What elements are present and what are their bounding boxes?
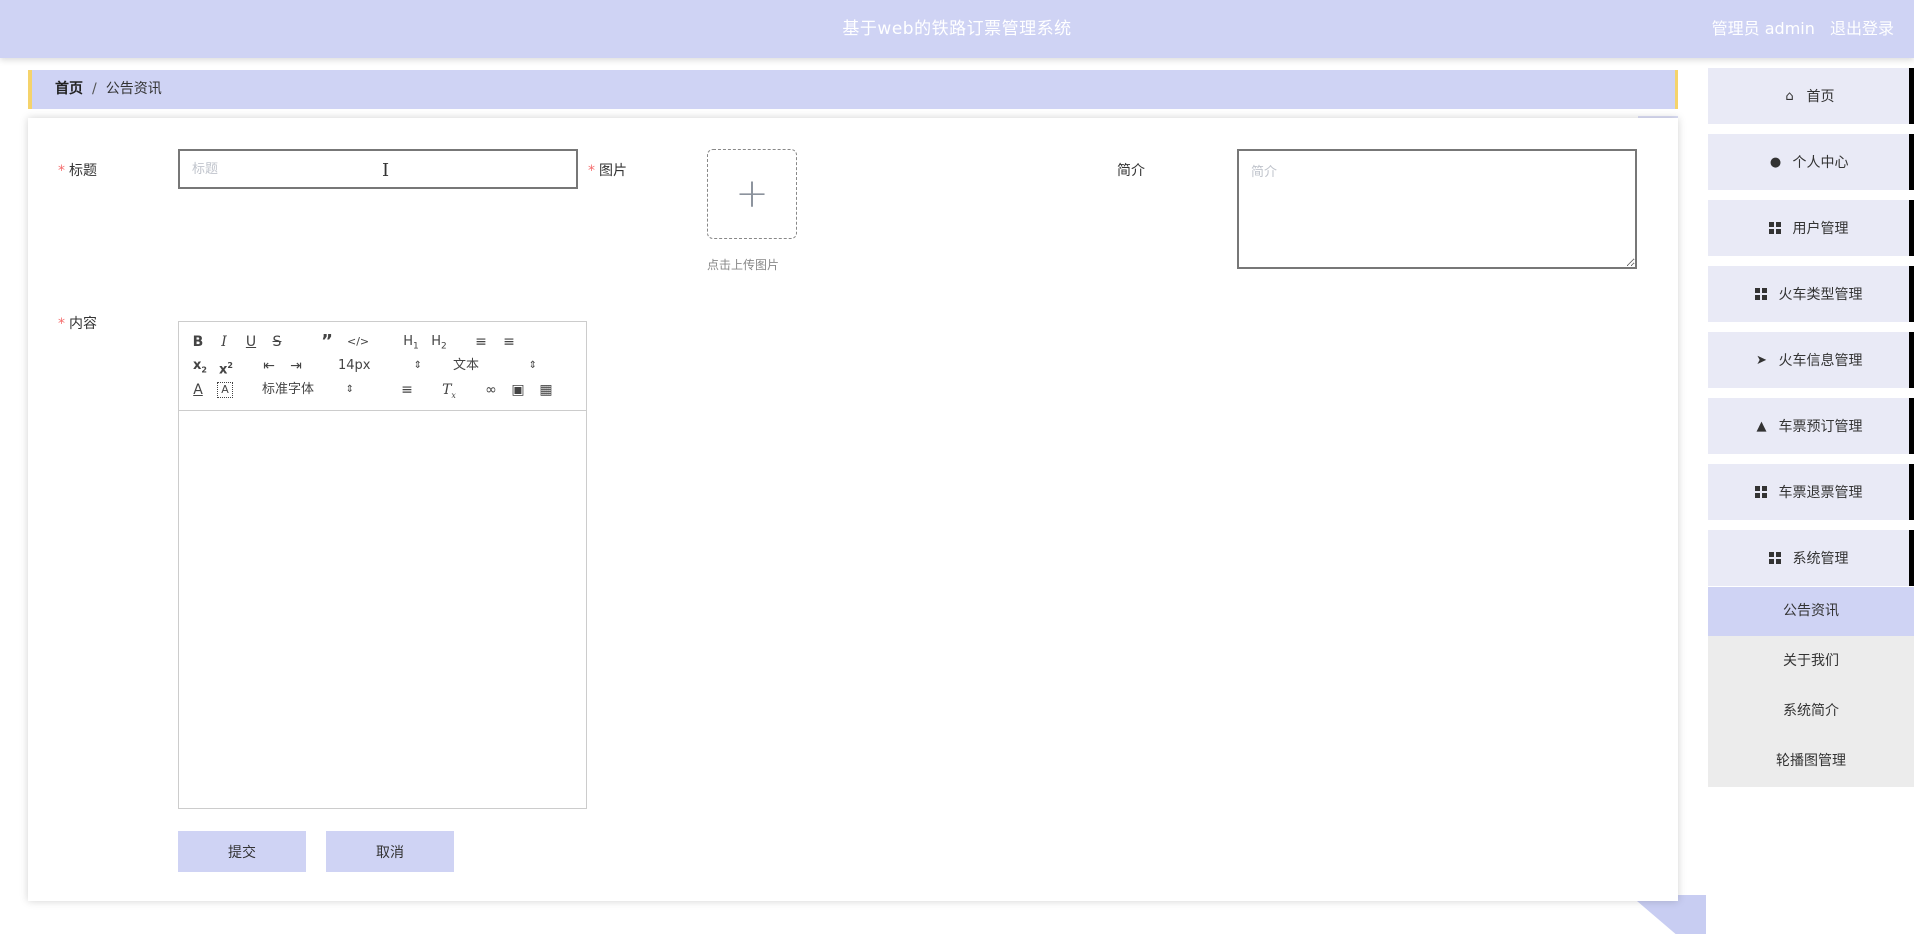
submit-button[interactable]: 提交: [178, 831, 306, 872]
image-label: * 图片: [588, 163, 627, 179]
breadcrumb: 首页 / 公告资讯: [28, 70, 1678, 109]
editor-content-area[interactable]: [179, 411, 586, 808]
sidebar-item-train-types[interactable]: 火车类型管理: [1708, 266, 1914, 322]
title-label: * 标题: [58, 163, 97, 179]
select-arrow-icon: ⇕: [528, 360, 537, 371]
user-icon: ●: [1769, 154, 1782, 170]
select-arrow-icon: ⇕: [413, 360, 422, 371]
link-icon[interactable]: ∞: [483, 380, 499, 400]
header-select[interactable]: 文本 ⇕: [453, 356, 537, 376]
plus-icon: +: [735, 171, 769, 217]
sidebar-item-system[interactable]: 系统管理: [1708, 530, 1914, 586]
form-card: *标题 I *图片 + 点击上传图片 简介 *内容 B I U S ” </> …: [28, 118, 1678, 901]
grid-icon: [1768, 552, 1781, 564]
summary-textarea[interactable]: [1237, 149, 1637, 269]
italic-icon[interactable]: I: [217, 332, 231, 352]
font-size-select[interactable]: 14px ⇕: [338, 356, 422, 376]
background-color-icon[interactable]: A: [217, 382, 233, 398]
required-mark: *: [58, 163, 65, 179]
image-icon[interactable]: ▣: [510, 380, 526, 400]
system-submenu: 公告资讯 关于我们 系统简介 轮播图管理: [1708, 587, 1914, 787]
title-input[interactable]: [178, 149, 578, 189]
submenu-item-announcements[interactable]: 公告资讯: [1708, 587, 1914, 636]
bullet-list-icon[interactable]: ≡: [501, 332, 517, 352]
app-title: 基于web的铁路订票管理系统: [842, 19, 1072, 39]
header1-icon[interactable]: H1: [401, 332, 421, 352]
submenu-item-carousel[interactable]: 轮播图管理: [1708, 737, 1914, 786]
text-color-icon[interactable]: A: [191, 380, 205, 400]
strikethrough-icon[interactable]: S: [270, 332, 284, 352]
summary-label: 简介: [1117, 163, 1145, 179]
sidebar-item-ticket-booking[interactable]: ▲ 车票预订管理: [1708, 398, 1914, 454]
blockquote-icon[interactable]: ”: [319, 332, 335, 352]
rich-text-editor: B I U S ” </> H1 H2 ≡ ≡ x2 x2 ⇤ ⇥ 14px ⇕: [178, 321, 587, 809]
current-user-label: 管理员 admin: [1711, 19, 1815, 38]
grid-icon: [1754, 288, 1767, 300]
indent-icon[interactable]: ⇥: [288, 356, 304, 376]
submenu-item-system-intro[interactable]: 系统简介: [1708, 687, 1914, 736]
submenu-item-about-us[interactable]: 关于我们: [1708, 637, 1914, 686]
home-icon: ⌂: [1785, 88, 1794, 104]
bold-icon[interactable]: B: [191, 332, 205, 352]
superscript-icon[interactable]: x2: [217, 356, 235, 377]
breadcrumb-separator: /: [92, 81, 97, 97]
breadcrumb-home[interactable]: 首页: [55, 81, 83, 97]
font-size-value: 14px: [338, 358, 371, 373]
required-mark: *: [588, 163, 595, 179]
content-label: * 内容: [58, 316, 97, 332]
editor-toolbar: B I U S ” </> H1 H2 ≡ ≡ x2 x2 ⇤ ⇥ 14px ⇕: [179, 322, 586, 411]
logout-link[interactable]: 退出登录: [1830, 19, 1894, 38]
sidebar-item-profile[interactable]: ● 个人中心: [1708, 134, 1914, 190]
sidebar-item-train-info[interactable]: ➤ 火车信息管理: [1708, 332, 1914, 388]
header-select-value: 文本: [453, 358, 480, 373]
video-icon[interactable]: ▦: [538, 380, 554, 400]
grid-icon: [1768, 222, 1781, 234]
required-mark: *: [58, 316, 65, 332]
cancel-button[interactable]: 取消: [326, 831, 454, 872]
upload-hint: 点击上传图片: [707, 258, 780, 272]
sidebar-item-ticket-refund[interactable]: 车票退票管理: [1708, 464, 1914, 520]
top-header: 基于web的铁路订票管理系统 管理员 admin 退出登录: [0, 0, 1914, 58]
outdent-icon[interactable]: ⇤: [261, 356, 277, 376]
subscript-icon[interactable]: x2: [191, 356, 209, 376]
align-icon[interactable]: ≡: [399, 380, 415, 400]
image-upload-button[interactable]: +: [707, 149, 797, 239]
sidebar-item-users[interactable]: 用户管理: [1708, 200, 1914, 256]
user-area: 管理员 admin 退出登录: [1702, 0, 1894, 58]
font-family-value: 标准字体: [262, 382, 315, 397]
stamp-icon: ▲: [1756, 418, 1767, 434]
paper-plane-icon: ➤: [1756, 352, 1767, 368]
clear-format-icon[interactable]: Tx: [441, 380, 457, 400]
font-family-select[interactable]: 标准字体 ⇕: [262, 380, 354, 400]
breadcrumb-current: 公告资讯: [105, 81, 162, 97]
select-arrow-icon: ⇕: [345, 384, 354, 395]
code-block-icon[interactable]: </>: [347, 332, 369, 352]
grid-icon: [1754, 486, 1767, 498]
sidebar-item-home[interactable]: ⌂ 首页: [1708, 68, 1914, 124]
underline-icon[interactable]: U: [244, 332, 258, 352]
header2-icon[interactable]: H2: [429, 332, 449, 352]
ordered-list-icon[interactable]: ≡: [473, 332, 489, 352]
sidebar: ⌂ 首页 ● 个人中心 用户管理 火车类型管理 ➤ 火车信息管理 ▲ 车票预订管…: [1708, 58, 1914, 934]
